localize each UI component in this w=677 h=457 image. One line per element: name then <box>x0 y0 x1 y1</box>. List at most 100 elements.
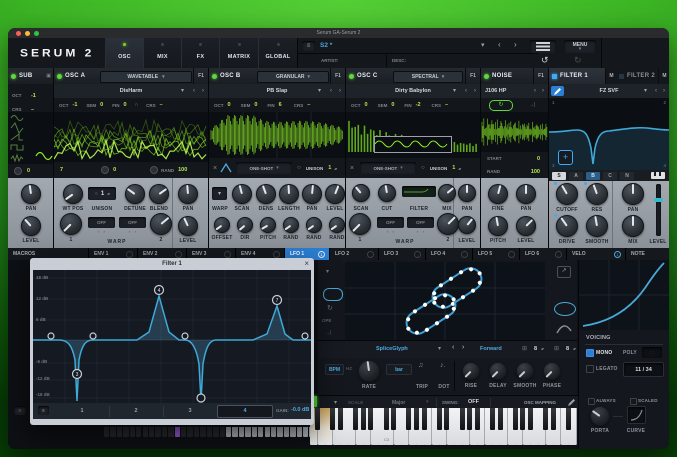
routing-s-button[interactable]: S <box>552 171 566 180</box>
filter-mix-knob[interactable] <box>622 215 644 237</box>
band-1-button[interactable]: 1 <box>55 405 110 417</box>
sub-level-knob[interactable] <box>21 216 41 236</box>
key-bottom[interactable] <box>232 427 238 437</box>
tab-mix[interactable]: MIX <box>143 38 182 68</box>
key-bottom[interactable] <box>270 427 277 437</box>
key-bottom[interactable] <box>116 427 123 437</box>
grid-x-value[interactable]: 8 <box>534 346 537 352</box>
filter-response-display[interactable]: 1 2 3 4 + <box>549 98 669 171</box>
osc-b-scan-knob[interactable] <box>232 184 252 204</box>
lfo-mode-dropdown-icon[interactable]: ▾ <box>326 268 329 275</box>
lfo-rate-knob[interactable] <box>358 360 380 382</box>
lfo-skip-icon[interactable]: →| <box>325 330 331 336</box>
osc-b-crs-value[interactable]: – <box>307 102 310 108</box>
lfo-oval-tool[interactable] <box>554 302 576 316</box>
lfo-smooth-knob[interactable] <box>516 362 534 380</box>
key-bottom[interactable] <box>155 427 161 437</box>
key-bottom[interactable] <box>277 427 283 437</box>
lfo-loop-icon[interactable]: ↻ <box>327 304 333 312</box>
mono-checkbox[interactable] <box>586 349 594 357</box>
always-checkbox[interactable] <box>588 398 595 405</box>
osc-a-rand-value[interactable]: 100 <box>178 167 187 173</box>
triplet-icon[interactable]: ♫ <box>418 362 423 369</box>
black-key[interactable] <box>474 408 480 430</box>
osc-c-warp2-mode[interactable]: OFF <box>407 217 434 228</box>
modtab-lfo-5[interactable]: LFO 5 <box>473 248 520 260</box>
noise-start-value[interactable]: 0 <box>537 156 540 162</box>
osc-c-cut-knob[interactable] <box>378 184 396 202</box>
clear-icon[interactable]: × <box>213 165 217 172</box>
filter-level-slider[interactable] <box>654 184 663 236</box>
noise-pan-knob[interactable] <box>516 184 536 204</box>
routing-n-button[interactable]: N <box>620 171 634 180</box>
warp1-prev-next[interactable]: ‹ › <box>88 229 115 234</box>
stepper-icon[interactable]: ▴▾ <box>541 346 544 351</box>
unison-icon[interactable]: ○ <box>297 165 301 171</box>
lfo-glyph-canvas[interactable] <box>345 262 545 340</box>
undo-button[interactable]: ↺ <box>541 55 549 66</box>
type-dropdown-icon[interactable]: ▾ <box>644 87 647 95</box>
black-key[interactable] <box>315 408 321 430</box>
osc-b-granular-display[interactable] <box>209 112 345 159</box>
black-key[interactable] <box>330 408 336 430</box>
sub-crs-row[interactable]: CRS – <box>8 98 53 113</box>
black-key[interactable] <box>391 408 397 430</box>
osc-b-warp-mode-button[interactable]: ▾ <box>212 187 227 200</box>
filter-eq-graph[interactable]: 3 4 7 18 dB 12 dB 6 dB -6 dB -12 dB -18 … <box>33 270 311 403</box>
grain-envelope-icon[interactable] <box>220 163 232 173</box>
osc-a-detune-knob[interactable] <box>125 184 145 204</box>
osc-b-length-knob[interactable] <box>279 184 299 204</box>
active-note-key[interactable] <box>174 427 180 437</box>
key-bottom[interactable] <box>110 427 116 437</box>
mini-piano-icon[interactable] <box>651 172 665 179</box>
filter-res-knob[interactable] <box>586 183 608 205</box>
preset-next-icon[interactable]: › <box>474 87 476 95</box>
lfo-glyph-name[interactable]: SpliceGlyph <box>376 346 408 352</box>
preset-dropdown-icon[interactable]: ▾ <box>318 87 321 95</box>
type-prev-icon[interactable]: ‹ <box>655 87 657 95</box>
key-bottom[interactable] <box>225 427 232 437</box>
preset-next-icon[interactable]: › <box>542 87 544 95</box>
osc-a-level-knob[interactable] <box>178 216 198 236</box>
black-key[interactable] <box>565 408 571 430</box>
black-key[interactable] <box>421 408 427 430</box>
porta-curve-display[interactable] <box>627 406 646 424</box>
black-key[interactable] <box>512 408 518 430</box>
kb-settings-icon[interactable]: ≡ <box>14 406 26 415</box>
key-bottom[interactable] <box>258 427 264 437</box>
key-bottom[interactable] <box>245 427 251 437</box>
phase-knob-icon[interactable] <box>14 167 22 175</box>
osc-a-crs-value[interactable]: – <box>160 102 163 108</box>
noise-fine-knob[interactable] <box>488 184 508 204</box>
osc-c-mode-dropdown[interactable]: SPECTRAL ▾ <box>393 71 463 83</box>
black-key[interactable] <box>459 408 465 430</box>
black-key[interactable] <box>497 408 503 430</box>
key-bottom[interactable] <box>200 427 206 437</box>
modtab-lfo-2[interactable]: LFO 2 <box>330 248 379 260</box>
glyph-prev-icon[interactable]: ‹ <box>452 344 454 351</box>
link-icon[interactable]: ∩ <box>135 102 139 108</box>
hz-toggle[interactable]: HZ <box>346 366 352 371</box>
osc-a-preset-name[interactable]: DisHarm <box>54 88 208 94</box>
key-bottom[interactable] <box>142 427 148 437</box>
black-key[interactable] <box>368 408 374 430</box>
preset-next-icon[interactable]: › <box>514 40 517 49</box>
key-bottom[interactable] <box>206 427 213 437</box>
osc-b-dir-knob[interactable] <box>237 217 253 233</box>
osc-c-unison-value[interactable]: 1 <box>452 165 455 171</box>
filter-2-mute-button[interactable]: M <box>658 68 669 84</box>
filter-2-enable-led[interactable] <box>619 73 624 79</box>
key-bottom[interactable] <box>168 427 174 437</box>
filter-1-tab[interactable]: FILTER 1 <box>549 68 605 85</box>
preset-prev-icon[interactable]: ‹ <box>193 87 195 95</box>
preset-name[interactable]: S2 * <box>320 42 332 49</box>
black-key[interactable] <box>413 408 419 430</box>
warp1-prev-next[interactable]: ‹ › <box>377 229 404 234</box>
poly-count-display[interactable]: : : <box>642 347 662 358</box>
lfo-arc-tool[interactable] <box>556 321 572 339</box>
lfo-rise-knob[interactable] <box>462 362 480 380</box>
key-bottom[interactable] <box>193 427 200 437</box>
modtab-lfo-4[interactable]: LFO 4 <box>426 248 473 260</box>
osc-b-rand2-knob[interactable] <box>306 217 322 233</box>
black-key[interactable] <box>527 408 533 430</box>
